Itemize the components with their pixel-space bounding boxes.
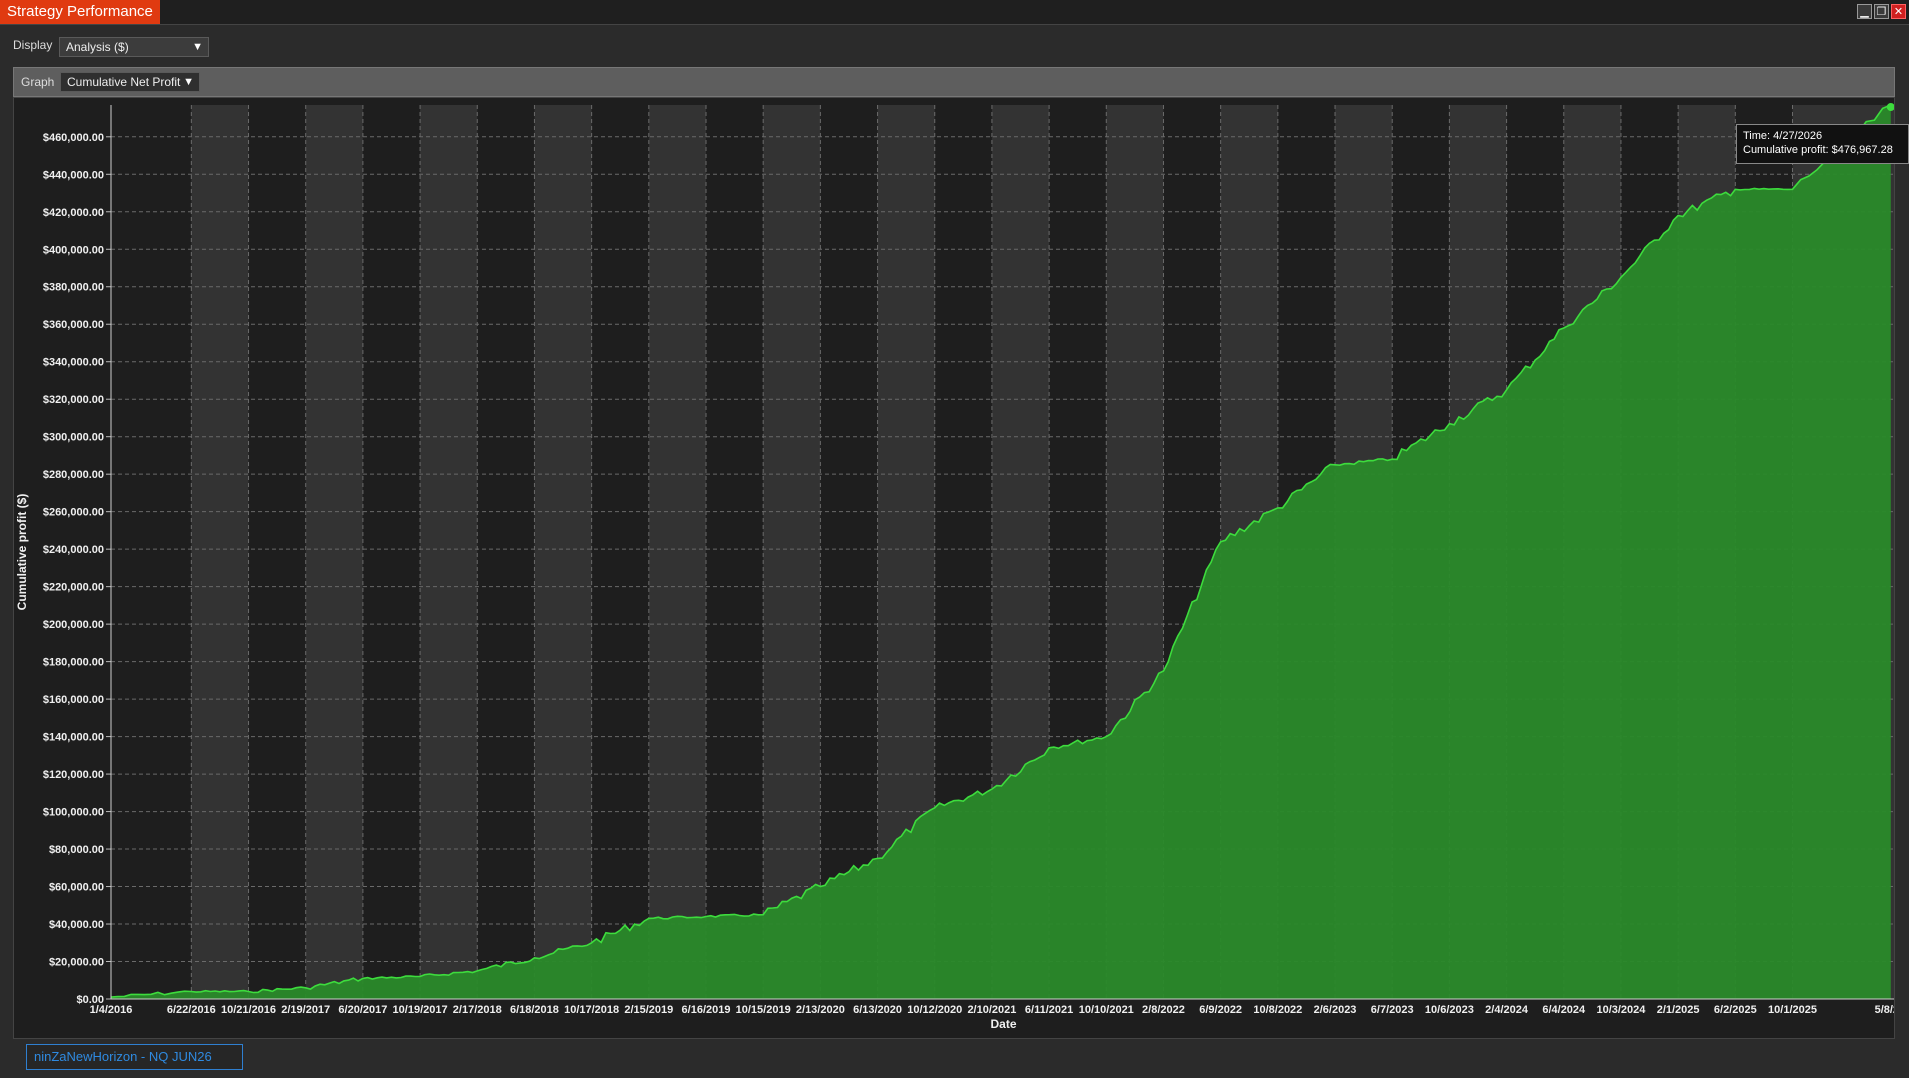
- y-tick-label: $460,000.00: [43, 132, 104, 144]
- x-tick-label: 2/17/2018: [453, 1004, 502, 1016]
- y-axis-title: Cumulative profit ($): [15, 494, 29, 611]
- y-tick-label: $160,000.00: [43, 694, 104, 706]
- x-tick-label: 2/4/2024: [1485, 1004, 1529, 1016]
- y-tick-label: $440,000.00: [43, 169, 104, 181]
- y-tick-label: $40,000.00: [49, 919, 104, 931]
- x-tick-label: 6/11/2021: [1025, 1004, 1073, 1016]
- chevron-down-icon: ▼: [183, 76, 194, 88]
- x-tick-label: 6/18/2018: [510, 1004, 559, 1016]
- graph-toolbar: Graph Cumulative Net Profit ▼: [13, 67, 1895, 97]
- x-tick-label: 6/7/2023: [1371, 1004, 1414, 1016]
- y-tick-label: $100,000.00: [43, 807, 104, 819]
- tooltip-profit: Cumulative profit: $476,967.28: [1743, 144, 1893, 156]
- x-tick-label: 2/15/2019: [624, 1004, 673, 1016]
- y-tick-label: $300,000.00: [43, 432, 104, 444]
- tooltip-time: Time: 4/27/2026: [1743, 130, 1823, 142]
- window-title: Strategy Performance: [0, 0, 160, 24]
- x-tick-label: 6/4/2024: [1542, 1004, 1586, 1016]
- strategy-tab[interactable]: ninZaNewHorizon - NQ JUN26: [26, 1044, 243, 1070]
- graph-label: Graph: [21, 75, 55, 89]
- y-tick-label: $360,000.00: [43, 319, 104, 331]
- y-tick-label: $320,000.00: [43, 394, 104, 406]
- x-tick-label: 2/19/2017: [281, 1004, 330, 1016]
- x-axis-title: Date: [990, 1017, 1016, 1031]
- display-dropdown[interactable]: Analysis ($) ▼: [59, 37, 209, 57]
- y-tick-label: $280,000.00: [43, 469, 104, 481]
- y-tick-label: $80,000.00: [49, 844, 104, 856]
- x-tick-label: 10/21/2016: [221, 1004, 276, 1016]
- x-tick-label: 6/9/2022: [1199, 1004, 1242, 1016]
- y-tick-label: $260,000.00: [43, 507, 104, 519]
- close-button[interactable]: ✕: [1891, 4, 1906, 19]
- display-label: Display: [13, 38, 53, 52]
- x-tick-label: 10/1/2025: [1768, 1004, 1817, 1016]
- x-tick-label: 2/1/2025: [1657, 1004, 1700, 1016]
- x-tick-label: 2/10/2021: [967, 1004, 1016, 1016]
- x-tick-label: 10/15/2019: [736, 1004, 791, 1016]
- y-tick-label: $200,000.00: [43, 619, 104, 631]
- chart-band: [534, 105, 592, 999]
- x-tick-label: 10/8/2022: [1253, 1004, 1302, 1016]
- x-tick-label: 2/8/2022: [1142, 1004, 1185, 1016]
- display-selected-value: Analysis ($): [66, 40, 129, 54]
- y-tick-label: $400,000.00: [43, 244, 104, 256]
- y-tick-label: $20,000.00: [49, 957, 104, 969]
- x-tick-label: 10/6/2023: [1425, 1004, 1474, 1016]
- x-tick-label: 6/13/2020: [853, 1004, 902, 1016]
- graph-selected-value: Cumulative Net Profit: [67, 75, 181, 89]
- x-tick-label: 2/6/2023: [1314, 1004, 1357, 1016]
- x-tick-label: 6/2/2025: [1714, 1004, 1757, 1016]
- chart-panel[interactable]: $0.00 $20,000.00 $40,000.00 $60,000.00 $80,0…: [13, 97, 1895, 1039]
- restore-button[interactable]: ❐: [1874, 4, 1889, 19]
- x-tick-label: 2/13/2020: [796, 1004, 845, 1016]
- chart-band: [420, 105, 478, 999]
- x-tick-label: 10/19/2017: [393, 1004, 448, 1016]
- y-tick-label: $60,000.00: [49, 882, 104, 894]
- y-tick-label: $240,000.00: [43, 544, 104, 556]
- y-tick-label: $340,000.00: [43, 357, 104, 369]
- y-tick-label: $140,000.00: [43, 732, 104, 744]
- x-tick-label: 6/16/2019: [682, 1004, 731, 1016]
- chart-band: [191, 105, 249, 999]
- graph-dropdown[interactable]: Cumulative Net Profit ▼: [60, 72, 200, 92]
- y-tick-label: $120,000.00: [43, 769, 104, 781]
- y-tick-label: $180,000.00: [43, 657, 104, 669]
- chevron-down-icon: ▼: [192, 41, 203, 53]
- x-tick-label: 5/8/2026: [1875, 1004, 1894, 1016]
- x-tick-label: 10/3/2024: [1596, 1004, 1646, 1016]
- x-tick-label: 1/4/2016: [90, 1004, 133, 1016]
- chart-tooltip: Time: 4/27/2026 Cumulative profit: $476,…: [1736, 124, 1909, 164]
- title-bar: Strategy Performance ▁ ❐ ✕: [0, 0, 1909, 25]
- y-tick-label: $220,000.00: [43, 582, 104, 594]
- chart-band: [305, 105, 363, 999]
- x-tick-label: 6/22/2016: [167, 1004, 216, 1016]
- x-tick-label: 6/20/2017: [338, 1004, 387, 1016]
- cumulative-profit-chart[interactable]: $0.00$20,000.00$40,000.00$60,000.00$80,0…: [14, 98, 1894, 1038]
- x-tick-label: 10/10/2021: [1079, 1004, 1134, 1016]
- y-tick-label: $420,000.00: [43, 207, 104, 219]
- chart-band: [763, 105, 821, 999]
- y-tick-label: $380,000.00: [43, 282, 104, 294]
- x-tick-label: 10/17/2018: [564, 1004, 619, 1016]
- chart-band: [648, 105, 706, 999]
- x-tick-label: 10/12/2020: [907, 1004, 962, 1016]
- minimize-button[interactable]: ▁: [1857, 4, 1872, 19]
